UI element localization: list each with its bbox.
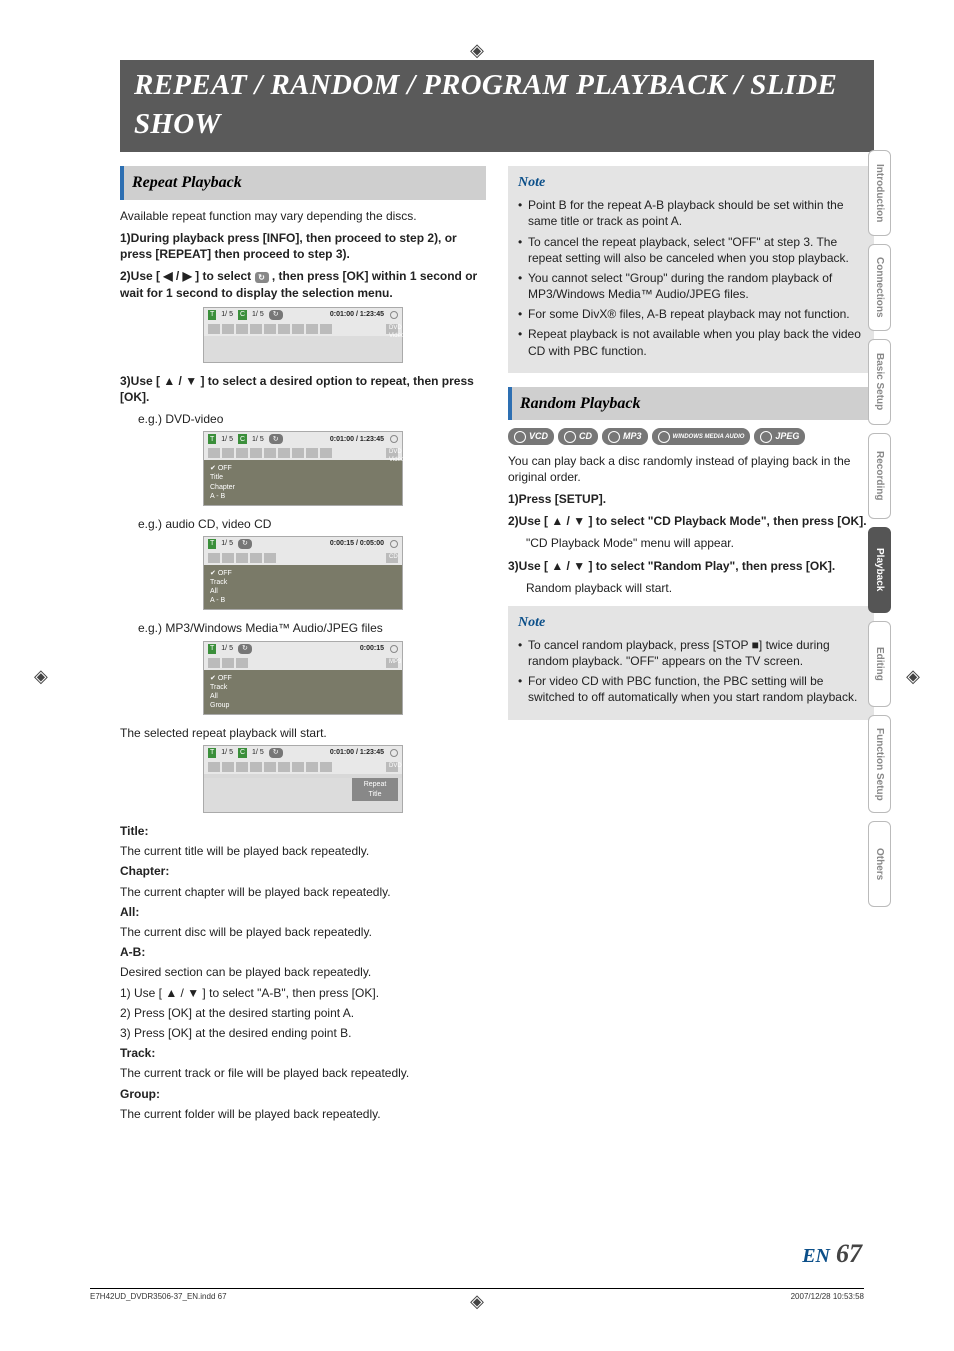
osd-menu-item: Chapter xyxy=(210,483,396,492)
badge-mp3: MP3 xyxy=(602,428,648,444)
osd-display-cd: T 1/ 5 ↻ 0:00:15 / 0:05:00 CD OFF Track … xyxy=(203,536,403,610)
eg-cd-label: e.g.) audio CD, video CD xyxy=(138,516,486,532)
tab-playback[interactable]: Playback xyxy=(868,527,892,613)
badge-cd: CD xyxy=(558,428,598,444)
note-heading: Note xyxy=(518,614,864,633)
footer-file: E7H42UD_DVDR3506-37_EN.indd 67 xyxy=(90,1292,227,1303)
random-playback-heading: Random Playback xyxy=(508,387,874,421)
osd-menu-item: Track xyxy=(210,578,396,587)
media-compatibility-badges: VCD CD MP3 WINDOWS MEDIA AUDIO JPEG xyxy=(508,428,874,444)
repeat-step2: 2)Use [ ◀ / ▶ ] to select ↻ , then press… xyxy=(120,268,486,300)
note-item: Repeat playback is not available when yo… xyxy=(518,326,864,358)
disc-icon xyxy=(390,311,398,319)
note-item: You cannot select "Group" during the ran… xyxy=(518,270,864,302)
badge-wma: WINDOWS MEDIA AUDIO xyxy=(652,428,751,444)
repeat-selected-icon: ↻ xyxy=(269,310,283,320)
osd-chapter-indicator: C xyxy=(238,310,247,320)
osd-menu-item: Track xyxy=(210,683,396,692)
osd-display-dvd: T 1/ 5 C 1/ 5 ↻ 0:01:00 / 1:23:45 DVD Vi… xyxy=(203,431,403,505)
osd-display-basic: T 1/ 5 C 1/ 5 ↻ 0:01:00 / 1:23:45 DVD Vi… xyxy=(203,307,403,363)
repeat-status-box: Repeat Title xyxy=(352,778,398,801)
eg-dvd-label: e.g.) DVD-video xyxy=(138,411,486,427)
tab-editing[interactable]: Editing xyxy=(868,621,892,707)
badge-jpeg: JPEG xyxy=(754,428,805,444)
footer-timestamp: 2007/12/28 10:53:58 xyxy=(791,1292,864,1303)
osd-menu-item: A - B xyxy=(210,492,396,501)
tab-introduction[interactable]: Introduction xyxy=(868,150,892,236)
random-step2-sub: "CD Playback Mode" menu will appear. xyxy=(526,535,874,551)
osd-menu-item: A - B xyxy=(210,596,396,605)
eg-mp3-label: e.g.) MP3/Windows Media™ Audio/JPEG file… xyxy=(138,620,486,636)
osd-display-repeat-result: T 1/ 5 C 1/ 5 ↻ 0:01:00 / 1:23:45 DVD Re… xyxy=(203,745,403,813)
note-heading: Note xyxy=(518,174,864,193)
tab-function-setup[interactable]: Function Setup xyxy=(868,715,892,814)
tab-connections[interactable]: Connections xyxy=(868,244,892,331)
tab-basic-setup[interactable]: Basic Setup xyxy=(868,339,892,425)
repeat-definitions: Title: The current title will be played … xyxy=(120,823,486,1122)
note-random: Note To cancel random playback, press [S… xyxy=(508,606,874,720)
tab-recording[interactable]: Recording xyxy=(868,433,892,519)
badge-vcd: VCD xyxy=(508,428,554,444)
note-item: For some DivX® files, A-B repeat playbac… xyxy=(518,306,864,322)
tab-others[interactable]: Others xyxy=(868,821,892,907)
disc-icon xyxy=(390,645,398,653)
osd-display-mp3: T 1/ 5 ↻ 0:00:15 MP3 OFF Track All Group xyxy=(203,641,403,715)
repeat-step1: 1)During playback press [INFO], then pro… xyxy=(120,230,486,262)
note-item: Point B for the repeat A-B playback shou… xyxy=(518,197,864,229)
random-step2: 2)Use [ ▲ / ▼ ] to select "CD Playback M… xyxy=(508,513,874,529)
note-item: To cancel the repeat playback, select "O… xyxy=(518,234,864,266)
random-step3: 3)Use [ ▲ / ▼ ] to select "Random Play",… xyxy=(508,558,874,574)
repeat-icon: ↻ xyxy=(255,272,269,283)
registration-mark-icon: ◈ xyxy=(906,663,920,687)
random-step3-sub: Random playback will start. xyxy=(526,580,874,596)
osd-menu-item: OFF xyxy=(210,464,396,473)
registration-mark-icon: ◈ xyxy=(470,38,484,62)
section-tabs: Introduction Connections Basic Setup Rec… xyxy=(868,150,892,907)
osd-title-indicator: T xyxy=(208,310,216,320)
registration-mark-icon: ◈ xyxy=(34,663,48,687)
osd-menu-item: OFF xyxy=(210,569,396,578)
repeat-intro: Available repeat function may vary depen… xyxy=(120,208,486,224)
repeat-playback-heading: Repeat Playback xyxy=(120,166,486,200)
disc-icon xyxy=(390,540,398,548)
disc-icon xyxy=(390,749,398,757)
repeat-icon: ↻ xyxy=(269,748,283,758)
osd-menu-item: All xyxy=(210,587,396,596)
repeat-icon: ↻ xyxy=(269,434,283,444)
repeat-icon: ↻ xyxy=(238,539,252,549)
page-title: REPEAT / RANDOM / PROGRAM PLAYBACK / SLI… xyxy=(120,60,874,152)
random-intro: You can play back a disc randomly instea… xyxy=(508,453,874,485)
disc-icon xyxy=(390,435,398,443)
repeat-step3: 3)Use [ ▲ / ▼ ] to select a desired opti… xyxy=(120,373,486,405)
osd-menu-item: Title xyxy=(210,473,396,482)
selected-repeat-text: The selected repeat playback will start. xyxy=(120,725,486,741)
note-repeat: Note Point B for the repeat A-B playback… xyxy=(508,166,874,373)
osd-menu-item: Group xyxy=(210,701,396,710)
note-item: To cancel random playback, press [STOP ■… xyxy=(518,637,864,669)
osd-menu-item: OFF xyxy=(210,674,396,683)
repeat-icon: ↻ xyxy=(238,644,252,654)
page-number: EN67 xyxy=(802,1236,862,1271)
random-step1: 1)Press [SETUP]. xyxy=(508,491,874,507)
note-item: For video CD with PBC function, the PBC … xyxy=(518,673,864,705)
osd-menu-item: All xyxy=(210,692,396,701)
print-footer: E7H42UD_DVDR3506-37_EN.indd 67 2007/12/2… xyxy=(90,1288,864,1303)
